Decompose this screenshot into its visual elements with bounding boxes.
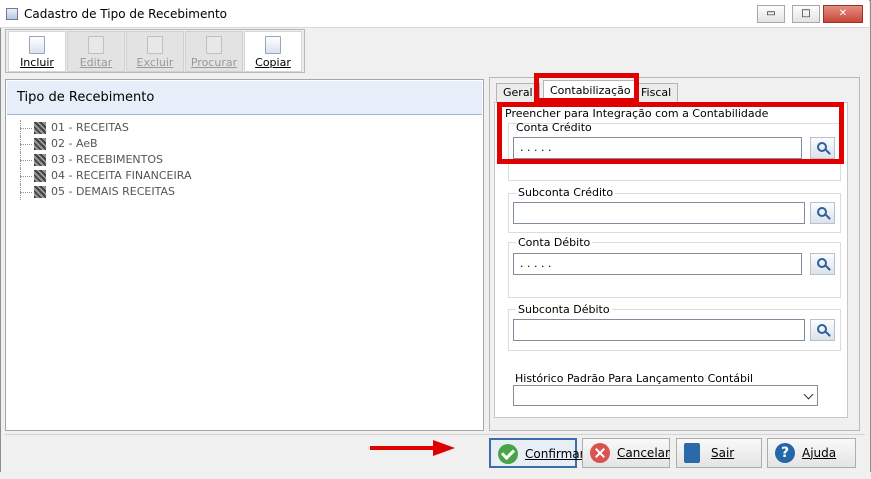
subconta-debito-search-button[interactable] (810, 319, 835, 341)
tree-panel: Tipo de Recebimento 01 - RECEITAS 02 - A… (5, 79, 484, 431)
subconta-debito-field[interactable] (513, 319, 805, 341)
tree-item-label: 01 - RECEITAS (51, 121, 129, 134)
delete-document-icon (147, 36, 163, 54)
subconta-credito-label: Subconta Crédito (516, 186, 616, 199)
subconta-credito-search-button[interactable] (810, 202, 835, 224)
tab-contabilizacao[interactable]: Contabilização (543, 80, 638, 103)
window-title: Cadastro de Tipo de Recebimento (24, 7, 228, 21)
excluir-label: Excluir (136, 56, 174, 69)
tree-item-label: 03 - RECEBIMENTOS (51, 153, 164, 166)
help-icon: ? (775, 443, 795, 463)
tree-item-label: 05 - DEMAIS RECEITAS (51, 185, 175, 198)
historico-select[interactable] (513, 385, 818, 406)
tree-node-icon (34, 138, 46, 150)
conta-credito-field[interactable]: . . . . . (513, 137, 802, 159)
tab-geral[interactable]: Geral (496, 83, 540, 102)
close-button[interactable]: ✕ (823, 5, 863, 23)
title-bar: Cadastro de Tipo de Recebimento ▭ □ ✕ (0, 0, 869, 28)
footer-separator (5, 434, 865, 435)
ajuda-button[interactable]: ? Ajuda (767, 438, 856, 468)
tree-item-recebimentos[interactable]: 03 - RECEBIMENTOS (20, 152, 191, 168)
cancelar-label: Cancelar (617, 446, 670, 460)
conta-debito-label: Conta Débito (516, 236, 593, 249)
edit-document-icon (88, 36, 104, 54)
historico-label: Histórico Padrão Para Lançamento Contábi… (515, 372, 754, 385)
tree-item-receitas[interactable]: 01 - RECEITAS (20, 120, 191, 136)
conta-credito-label: Conta Crédito (516, 121, 592, 134)
sair-label: Sair (711, 446, 735, 460)
tree-title: Tipo de Recebimento (7, 81, 482, 115)
editar-button[interactable]: Editar (67, 31, 125, 72)
tree-item-label: 04 - RECEITA FINANCEIRA (51, 169, 192, 182)
exit-door-icon (684, 443, 700, 463)
check-icon (498, 444, 518, 464)
editar-label: Editar (79, 56, 113, 69)
maximize-button[interactable]: □ (792, 5, 820, 23)
section-title: Preencher para Integração com a Contabil… (505, 107, 769, 120)
sair-button[interactable]: Sair (676, 438, 762, 468)
procurar-button[interactable]: Procurar (185, 31, 243, 72)
tree-item-demais-receitas[interactable]: 05 - DEMAIS RECEITAS (20, 184, 191, 200)
confirmar-button[interactable]: Confirmar (489, 438, 585, 468)
chevron-down-icon (803, 389, 814, 400)
window-bottom-edge (0, 472, 871, 479)
ajuda-label: Ajuda (802, 446, 837, 460)
cancel-icon (590, 443, 610, 463)
tree-item-receita-financeira[interactable]: 04 - RECEITA FINANCEIRA (20, 168, 191, 184)
tree-node-icon (34, 186, 46, 198)
tree-item-aeb[interactable]: 02 - AeB (20, 136, 191, 152)
tree-node-icon (34, 122, 46, 134)
app-window-icon (6, 8, 18, 20)
confirmar-label: Confirmar (525, 447, 585, 461)
subconta-credito-field[interactable] (513, 202, 805, 224)
new-document-icon (29, 36, 45, 54)
toolbar: Incluir Editar Excluir Procurar Copiar (5, 29, 305, 73)
annotation-arrow-head-icon (433, 440, 455, 456)
incluir-button[interactable]: Incluir (8, 31, 66, 72)
annotation-arrow-icon (370, 446, 434, 450)
tree-list: 01 - RECEITAS 02 - AeB 03 - RECEBIMENTOS… (20, 120, 191, 200)
copy-document-icon (265, 36, 281, 54)
copiar-label: Copiar (255, 56, 291, 69)
procurar-label: Procurar (190, 56, 238, 69)
tree-node-icon (34, 154, 46, 166)
incluir-label: Incluir (20, 56, 54, 69)
tree-node-icon (34, 170, 46, 182)
copiar-button[interactable]: Copiar (244, 31, 302, 72)
tree-item-label: 02 - AeB (51, 137, 98, 150)
tab-fiscal[interactable]: Fiscal (634, 83, 679, 102)
conta-credito-search-button[interactable] (810, 137, 835, 159)
conta-debito-field[interactable]: . . . . . (513, 253, 802, 275)
subconta-debito-label: Subconta Débito (516, 303, 612, 316)
cancelar-button[interactable]: Cancelar (582, 438, 670, 468)
conta-debito-search-button[interactable] (810, 253, 835, 275)
excluir-button[interactable]: Excluir (126, 31, 184, 72)
minimize-button[interactable]: ▭ (757, 5, 785, 23)
search-document-icon (206, 36, 222, 54)
